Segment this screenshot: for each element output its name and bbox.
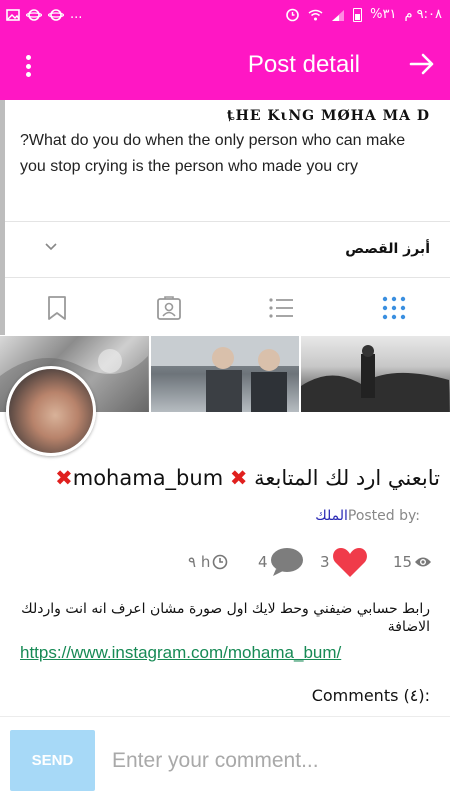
bookmark-icon[interactable] [43,294,71,322]
avatar[interactable] [6,366,96,456]
more-notifications: ... [70,7,83,22]
posted-by: الملكPosted by: [315,508,420,524]
signal-icon [332,9,345,21]
post-age: ٩ h [188,553,211,571]
arrow-right-icon[interactable] [408,50,436,78]
planet-icon [48,8,64,21]
contact-portrait-icon[interactable] [155,294,183,322]
highlights-row[interactable]: أبرز القصص [5,222,450,278]
headline-arabic: تابعني ارد لك المتابعة [254,466,440,490]
page-title: Post detail [247,51,360,78]
comment-count: 4 [258,553,268,571]
comments-heading: Comments (٤): [311,686,430,705]
highlights-label: أبرز القصص [345,241,430,257]
posted-by-name[interactable]: الملك [315,508,348,524]
post-question: ?What do you do when the only person who… [20,132,406,175]
photo-thumbnail[interactable] [150,336,300,412]
post-headline: ✖mohama_bum ✖ تابعني ارد لك المتابعة [48,466,440,490]
view-count: 15 [393,553,413,571]
grid-icon[interactable] [380,294,408,322]
alarm-icon [286,8,299,22]
send-button[interactable]: SEND [10,730,95,791]
comment-composer: SEND [0,716,450,800]
red-x-mark: ✖ [55,466,73,490]
clock: ٩:٠٨ م [404,7,442,22]
chevron-down-icon[interactable] [45,242,57,252]
comment-bubble-icon[interactable] [270,547,304,577]
posted-by-label: Posted by: [347,508,420,524]
clock-icon [213,554,228,570]
status-bar: ... %٣١ ٩:٠٨ م [0,0,450,32]
battery-percent: %٣١ [370,7,397,22]
app-bar: Post detail [0,32,450,100]
post-body: رابط حسابي ضيفني وحط لايك اول صورة مشان … [21,601,430,635]
comment-input[interactable] [112,741,432,781]
author-name[interactable]: ȶHE KιNG MØHA MA D [227,108,430,124]
like-count: 3 [320,553,330,571]
planet-icon [26,8,42,21]
photo-thumbnail[interactable] [301,336,450,412]
profile-tabs [5,278,450,336]
eye-icon [415,557,432,567]
headline-username: mohama_bum [72,466,224,490]
wifi-icon [308,9,323,20]
red-x-mark: ✖ [229,466,248,490]
heart-icon[interactable] [332,546,368,578]
battery-icon [353,7,363,22]
gallery-icon [6,8,20,21]
list-icon[interactable] [267,294,295,322]
instagram-link[interactable]: https://www.instagram.com/mohama_bum/ [20,643,341,663]
post-stats: ٩ h 4 3 15 [0,542,450,582]
kebab-menu-icon[interactable] [18,52,38,80]
